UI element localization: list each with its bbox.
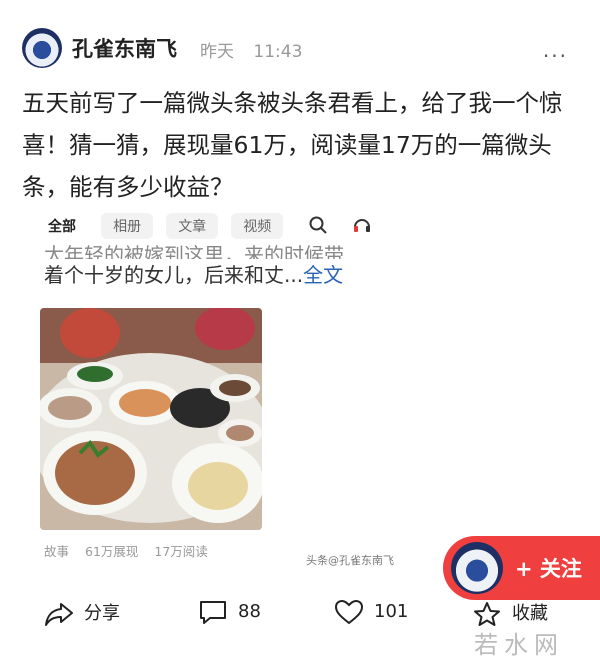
excerpt-line: 着个十岁的女儿，后来和丈... [44,263,304,287]
share-icon [45,603,73,626]
follow-label: + 关注 [515,557,582,581]
post-date: 昨天 [200,42,234,62]
site-watermark: 若水网 [474,631,564,659]
post-body-text: 五天前写了一篇微头条被头条君看上，给了我一个惊喜！猜一猜，展现量61万，阅读量1… [22,89,563,201]
favorite-label: 收藏 [512,603,548,624]
meta-reads: 17万阅读 [154,544,208,559]
meta-category: 故事 [44,544,70,559]
share-action[interactable]: 分享 [44,599,120,627]
favorite-action[interactable]: 收藏 [472,599,548,627]
tab-all[interactable]: 全部 [44,213,88,239]
excerpt-partial-line: 太年轻的被嫁到这里，来的时候带 [44,245,344,259]
post-clock: 11:43 [253,42,303,62]
post-header: 孔雀东南飞 昨天 11:43 ··· [0,0,600,95]
card-meta: 故事 61万展现 17万阅读 [44,541,220,560]
headphones-icon[interactable] [352,215,372,240]
comment-action[interactable]: 88 [198,599,261,625]
meta-impressions: 61万展现 [85,544,139,559]
star-icon [474,602,500,626]
card-tabs: 全部 相册 文章 视频 [44,213,291,241]
tab-videos[interactable]: 视频 [231,213,284,239]
food-photo[interactable] [40,308,262,530]
share-label: 分享 [84,603,120,624]
embedded-screenshot-card: 全部 相册 文章 视频 太年轻的被嫁到这里，来的时候带 着个十岁的女儿，后来和丈… [30,205,570,567]
like-count: 101 [374,601,409,622]
author-avatar[interactable] [22,28,62,68]
search-icon[interactable] [308,215,328,240]
like-action[interactable]: 101 [334,599,408,625]
tab-articles[interactable]: 文章 [166,213,219,239]
comment-icon [200,601,226,624]
fulltext-link[interactable]: 全文 [303,263,343,287]
heart-icon [334,599,364,625]
author-name[interactable]: 孔雀东南飞 [72,33,177,63]
post-time: 昨天 11:43 [200,37,316,62]
comment-count: 88 [238,601,261,622]
more-options-icon[interactable]: ··· [543,44,568,68]
card-excerpt: 太年轻的被嫁到这里，来的时候带 着个十岁的女儿，后来和丈...全文 [44,245,564,292]
image-watermark: 头条@孔雀东南飞 [306,554,394,567]
tab-album[interactable]: 相册 [101,213,154,239]
